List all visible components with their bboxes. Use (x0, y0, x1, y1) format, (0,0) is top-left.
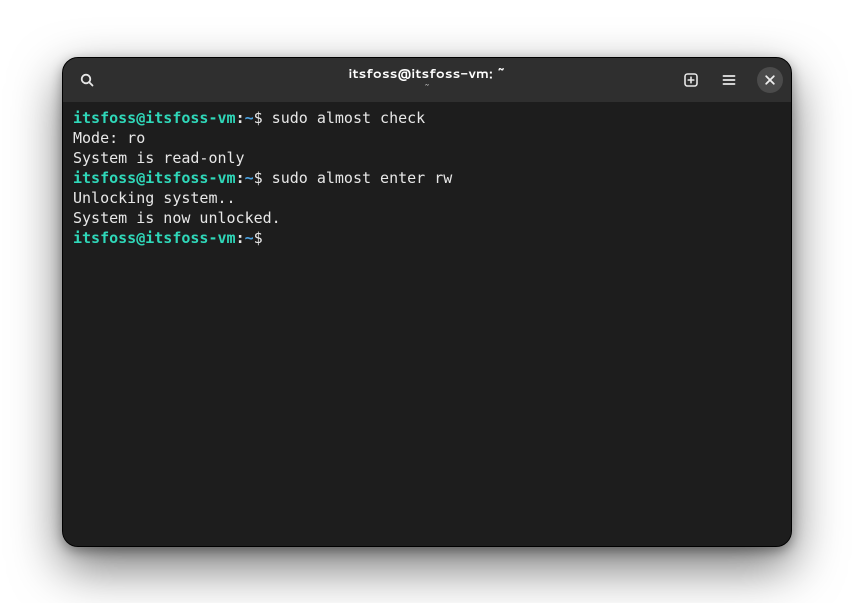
prompt-command: sudo almost check (263, 109, 426, 127)
prompt-path: ~ (245, 169, 254, 187)
search-icon (79, 72, 95, 88)
prompt-command: sudo almost enter rw (263, 169, 453, 187)
output-text: Mode: ro (73, 129, 145, 147)
window-subtitle: ~ (424, 83, 430, 92)
terminal-window: itsfoss@itsfoss-vm: ~ ~ (62, 57, 792, 547)
menu-button[interactable] (713, 64, 745, 96)
prompt-colon: : (236, 169, 245, 187)
output-text: System is read-only (73, 149, 245, 167)
prompt-user-host: itsfoss@itsfoss-vm (73, 109, 236, 127)
prompt-dollar: $ (254, 169, 263, 187)
close-button[interactable] (757, 67, 783, 93)
prompt-command (263, 229, 272, 247)
prompt-path: ~ (245, 109, 254, 127)
terminal-output-line: System is now unlocked. (73, 208, 781, 228)
output-text: System is now unlocked. (73, 209, 281, 227)
titlebar: itsfoss@itsfoss-vm: ~ ~ (63, 58, 791, 102)
output-text: Unlocking system.. (73, 189, 236, 207)
terminal-prompt-line: itsfoss@itsfoss-vm:~$ sudo almost enter … (73, 168, 781, 188)
terminal-body[interactable]: itsfoss@itsfoss-vm:~$ sudo almost checkM… (63, 102, 791, 546)
window-title: itsfoss@itsfoss-vm: ~ (348, 67, 505, 82)
prompt-dollar: $ (254, 109, 263, 127)
close-icon (764, 74, 776, 86)
search-button[interactable] (71, 64, 103, 96)
prompt-colon: : (236, 109, 245, 127)
new-tab-button[interactable] (675, 64, 707, 96)
new-tab-icon (683, 72, 699, 88)
terminal-prompt-line: itsfoss@itsfoss-vm:~$ sudo almost check (73, 108, 781, 128)
terminal-output-line: Mode: ro (73, 128, 781, 148)
prompt-dollar: $ (254, 229, 263, 247)
prompt-user-host: itsfoss@itsfoss-vm (73, 229, 236, 247)
terminal-output-line: System is read-only (73, 148, 781, 168)
hamburger-menu-icon (721, 72, 737, 88)
prompt-colon: : (236, 229, 245, 247)
prompt-user-host: itsfoss@itsfoss-vm (73, 169, 236, 187)
terminal-output-line: Unlocking system.. (73, 188, 781, 208)
prompt-path: ~ (245, 229, 254, 247)
terminal-prompt-line: itsfoss@itsfoss-vm:~$ (73, 228, 781, 248)
